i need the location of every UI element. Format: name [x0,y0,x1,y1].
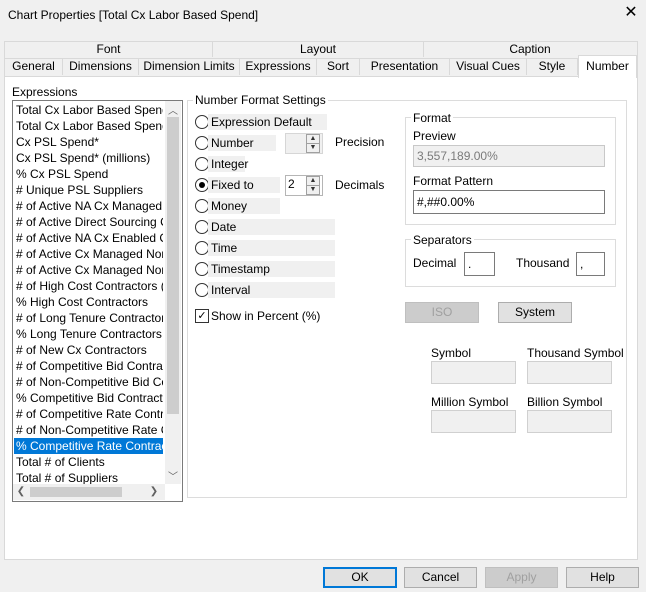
tab-layout[interactable]: Layout [213,41,424,57]
scroll-right-icon[interactable]: ❯ [147,486,161,497]
format-group-label: Format [411,111,454,125]
decimal-separator-label: Decimal [413,256,457,270]
radio-money[interactable] [195,199,209,213]
cancel-button[interactable]: Cancel [404,567,477,588]
radio-time[interactable] [195,241,209,255]
precision-label: Precision [335,135,385,149]
radio-fixed-to[interactable] [195,178,209,192]
list-item[interactable]: # of Competitive Rate Contracto [16,406,163,422]
thousand-symbol-field[interactable] [527,361,612,384]
background-strip [0,592,646,599]
horizontal-scroll-thumb[interactable] [30,487,122,497]
separators-group-label: Separators [411,233,474,247]
preview-label: Preview [413,129,456,143]
radio-timestamp[interactable] [195,262,209,276]
tab-style[interactable]: Style [527,58,578,75]
thousand-separator-label: Thousand [516,256,570,270]
expressions-list[interactable]: Total Cx Labor Based Spend Total Cx Labo… [12,100,183,502]
apply-button[interactable]: Apply [485,567,558,588]
list-item[interactable]: Total Cx Labor Based Spend [16,102,163,118]
radio-label-money[interactable]: Money [211,198,247,214]
preview-field: 3,557,189.00% [413,145,605,167]
billion-symbol-field[interactable] [527,410,612,433]
decimal-separator-input[interactable]: . [464,252,495,276]
ok-button[interactable]: OK [323,567,397,588]
radio-expression-default[interactable] [195,115,209,129]
list-item[interactable]: Total Cx Labor Based Spend (m [16,118,163,134]
iso-button[interactable]: ISO [405,302,479,323]
billion-symbol-label: Billion Symbol [527,395,603,409]
help-button[interactable]: Help [566,567,639,588]
list-item[interactable]: # of Non-Competitive Rate Con [16,422,163,438]
tab-sort[interactable]: Sort [317,58,360,75]
radio-label-number[interactable]: Number [211,135,254,151]
format-pattern-label: Format Pattern [413,174,494,188]
list-item[interactable]: # of Active NA Cx Managed Co [16,198,163,214]
number-format-group-label: Number Format Settings [193,93,328,107]
list-item[interactable]: # of Active Cx Managed Non-C [16,262,163,278]
tab-presentation[interactable]: Presentation [360,58,450,75]
thousand-separator-input[interactable]: , [576,252,605,276]
radio-label-expression-default[interactable]: Expression Default [211,114,312,130]
tab-dimensions[interactable]: Dimensions [63,58,139,75]
scroll-left-icon[interactable]: ❮ [14,486,28,497]
format-pattern-input[interactable]: #,##0.00% [413,190,605,214]
radio-label-time[interactable]: Time [211,240,237,256]
list-item[interactable]: Total # of Clients [16,454,163,470]
decimals-down-icon[interactable]: ▼ [306,185,320,195]
radio-label-date[interactable]: Date [211,219,236,235]
radio-interval[interactable] [195,283,209,297]
radio-label-timestamp[interactable]: Timestamp [211,261,270,277]
window-title: Chart Properties [Total Cx Labor Based S… [8,8,259,22]
list-item[interactable]: # of Active Cx Managed Non-C [16,246,163,262]
decimals-label: Decimals [335,178,385,192]
system-button[interactable]: System [498,302,572,323]
list-item[interactable]: # of Active NA Cx Enabled Con [16,230,163,246]
tab-general[interactable]: General [5,58,63,75]
tab-expressions[interactable]: Expressions [240,58,317,75]
million-symbol-label: Million Symbol [431,395,509,409]
symbol-label: Symbol [431,346,472,360]
show-in-percent-checkbox[interactable]: ✓ [195,309,209,323]
list-item[interactable]: % Competitive Bid Contractors [16,390,163,406]
list-item[interactable]: # of High Cost Contractors (Bill [16,278,163,294]
tab-dimension-limits[interactable]: Dimension Limits [139,58,240,75]
precision-down-icon[interactable]: ▼ [306,143,320,153]
list-item[interactable]: Cx PSL Spend* (millions) [16,150,163,166]
radio-integer[interactable] [195,157,209,171]
radio-label-interval[interactable]: Interval [211,282,250,298]
decimals-value[interactable]: 2 [288,177,295,191]
list-item[interactable]: # of Long Tenure Contractors ( [16,310,163,326]
radio-date[interactable] [195,220,209,234]
list-item[interactable]: % High Cost Contractors [16,294,163,310]
list-item[interactable]: # of Competitive Bid Contractor [16,358,163,374]
list-item[interactable]: % Long Tenure Contractors [16,326,163,342]
symbol-field[interactable] [431,361,516,384]
scroll-up-icon[interactable]: ︿ [166,102,180,117]
list-item[interactable]: # Unique PSL Suppliers [16,182,163,198]
tab-font[interactable]: Font [5,41,213,57]
close-icon[interactable]: ✕ [622,4,640,22]
list-item[interactable]: Cx PSL Spend* [16,134,163,150]
list-item[interactable]: # of New Cx Contractors [16,342,163,358]
tab-number[interactable]: Number [578,55,637,78]
tab-visual-cues[interactable]: Visual Cues [450,58,527,75]
expressions-label: Expressions [12,85,78,99]
list-item-selected[interactable]: % Competitive Rate Contractor [14,438,163,454]
show-in-percent-label[interactable]: Show in Percent (%) [211,309,320,323]
million-symbol-field[interactable] [431,410,516,433]
vertical-scroll-thumb[interactable] [167,117,179,414]
list-item[interactable]: % Cx PSL Spend [16,166,163,182]
scroll-down-icon[interactable]: ﹀ [166,468,180,483]
thousand-symbol-label: Thousand Symbol [527,346,624,360]
radio-label-fixed-to[interactable]: Fixed to [211,177,254,193]
radio-label-integer[interactable]: Integer [211,156,248,172]
list-item[interactable]: # of Active Direct Sourcing Cor [16,214,163,230]
radio-number[interactable] [195,136,209,150]
list-item[interactable]: # of Non-Competitive Bid Contr [16,374,163,390]
